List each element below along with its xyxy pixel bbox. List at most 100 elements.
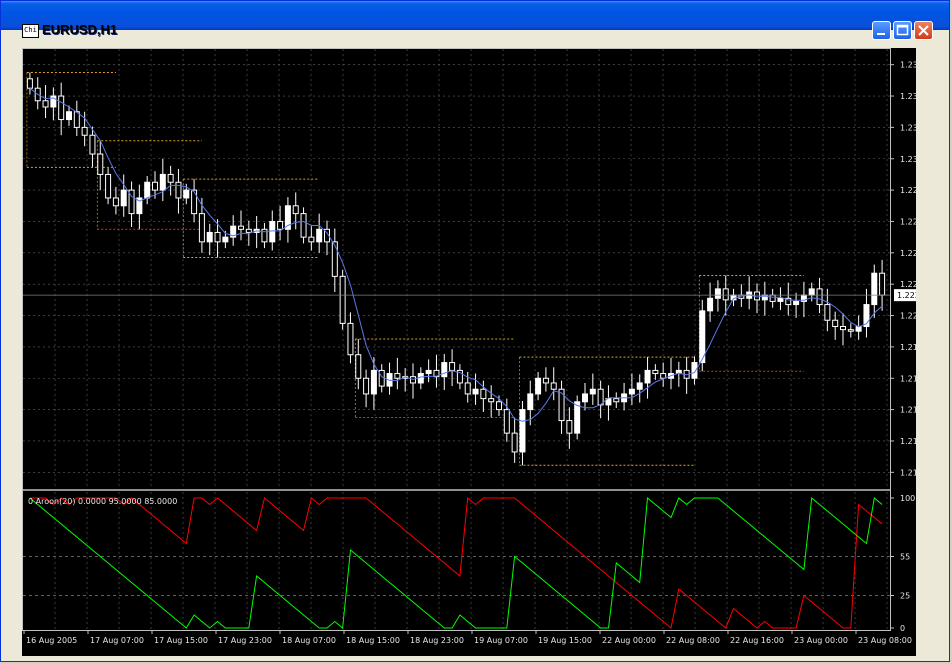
price-tick-label: 1.2235 (900, 280, 916, 289)
price-tick-label: 1.2215 (900, 312, 916, 321)
chart-window-icon[interactable]: Chi (22, 24, 39, 38)
time-tick-label: 17 Aug 23:00 (218, 636, 272, 645)
candle (292, 192, 299, 230)
candle (449, 349, 456, 387)
time-tick-label: 18 Aug 07:00 (282, 636, 336, 645)
candle (331, 228, 338, 293)
candle (832, 311, 839, 340)
candle (879, 259, 886, 311)
title-bar[interactable] (1, 1, 949, 30)
indicator-tick-label: 0 (900, 624, 905, 633)
candle (707, 282, 714, 322)
price-tick-label: 1.2355 (900, 92, 916, 101)
price-chart[interactable]: 1.2375 1.2355 1.2335 1.2315 1.2295 1.2275 1.22… (22, 48, 930, 656)
candle (284, 197, 291, 243)
candle (519, 400, 526, 466)
window-title: EURUSD,H1 (42, 22, 118, 37)
time-tick-label: 19 Aug 15:00 (538, 636, 592, 645)
price-tick-label: 1.2195 (900, 343, 916, 352)
candle (863, 288, 870, 338)
candle (159, 158, 166, 202)
time-axis: 16 Aug 2005 17 Aug 07:00 17 Aug 15:00 17 Au… (23, 630, 912, 645)
current-price-label: 1.2228 (897, 291, 916, 300)
candle (652, 364, 659, 380)
candle (261, 223, 268, 249)
time-tick-label: 17 Aug 07:00 (90, 636, 144, 645)
candle (339, 270, 346, 330)
candle (144, 175, 151, 205)
candle (316, 213, 323, 253)
candle (120, 174, 127, 217)
candle (300, 207, 307, 244)
candle (308, 226, 315, 251)
candlestick-series (26, 72, 886, 466)
time-tick-label: 18 Aug 15:00 (346, 636, 400, 645)
maximize-button[interactable] (893, 21, 912, 40)
price-tick-label: 1.2375 (900, 61, 916, 70)
candle (574, 395, 581, 440)
candle (660, 362, 667, 387)
candle (777, 287, 784, 311)
candle (347, 312, 354, 364)
candle (793, 292, 800, 318)
indicator-axis: 100 55 25 0 (890, 494, 915, 633)
candle (433, 354, 440, 388)
candle (417, 367, 424, 390)
price-tick-label: 1.2135 (900, 437, 916, 446)
candle (214, 219, 221, 258)
time-tick-label: 16 Aug 2005 (26, 636, 77, 645)
candle (582, 382, 588, 411)
candle (105, 168, 112, 205)
candle (566, 407, 573, 449)
aroon-up-line (29, 497, 883, 629)
candle (730, 288, 737, 307)
candle (840, 313, 846, 346)
candle (456, 364, 463, 390)
current-price-tag: 1.2228 (894, 289, 930, 302)
aroon-indicator (29, 497, 883, 629)
candle (871, 264, 878, 318)
moving-average-line (29, 87, 883, 422)
candle (277, 205, 284, 241)
time-tick-label: 22 Aug 16:00 (730, 636, 784, 645)
candle (761, 281, 768, 316)
close-icon (918, 25, 929, 36)
candle (26, 72, 33, 95)
candle (73, 100, 80, 137)
candle (355, 339, 362, 390)
candle (112, 186, 119, 215)
price-tick-label: 1.2115 (900, 468, 916, 477)
candle (668, 357, 674, 390)
candle (613, 392, 620, 409)
chart-canvas[interactable]: 1.2375 1.2355 1.2335 1.2315 1.2295 1.2275 1.22… (22, 48, 930, 656)
candle (128, 181, 135, 227)
time-tick-label: 18 Aug 23:00 (410, 636, 464, 645)
time-tick-label: 17 Aug 15:00 (154, 636, 208, 645)
candle (550, 367, 557, 401)
minimize-button[interactable] (872, 21, 891, 40)
candle (597, 380, 604, 419)
price-axis: 1.2375 1.2355 1.2335 1.2315 1.2295 1.2275 1.22… (890, 61, 928, 477)
price-channels (26, 72, 804, 466)
candle (363, 369, 370, 408)
close-button[interactable] (914, 21, 933, 40)
time-tick-label: 23 Aug 08:00 (858, 636, 912, 645)
candle (621, 382, 628, 411)
candle (253, 215, 260, 249)
candle (542, 367, 549, 392)
price-tick-label: 1.2315 (900, 155, 916, 164)
candle (386, 362, 393, 395)
maximize-icon (896, 24, 909, 36)
candle (699, 299, 706, 372)
candle (754, 283, 760, 314)
price-tick-label: 1.2275 (900, 217, 916, 226)
candle (198, 197, 205, 253)
candle (855, 315, 862, 340)
candle (769, 288, 776, 308)
candle (441, 353, 448, 391)
price-tick-label: 1.2155 (900, 406, 916, 415)
candle (816, 277, 823, 314)
time-tick-label: 23 Aug 00:00 (794, 636, 848, 645)
candle (847, 323, 854, 338)
candle (167, 165, 174, 196)
